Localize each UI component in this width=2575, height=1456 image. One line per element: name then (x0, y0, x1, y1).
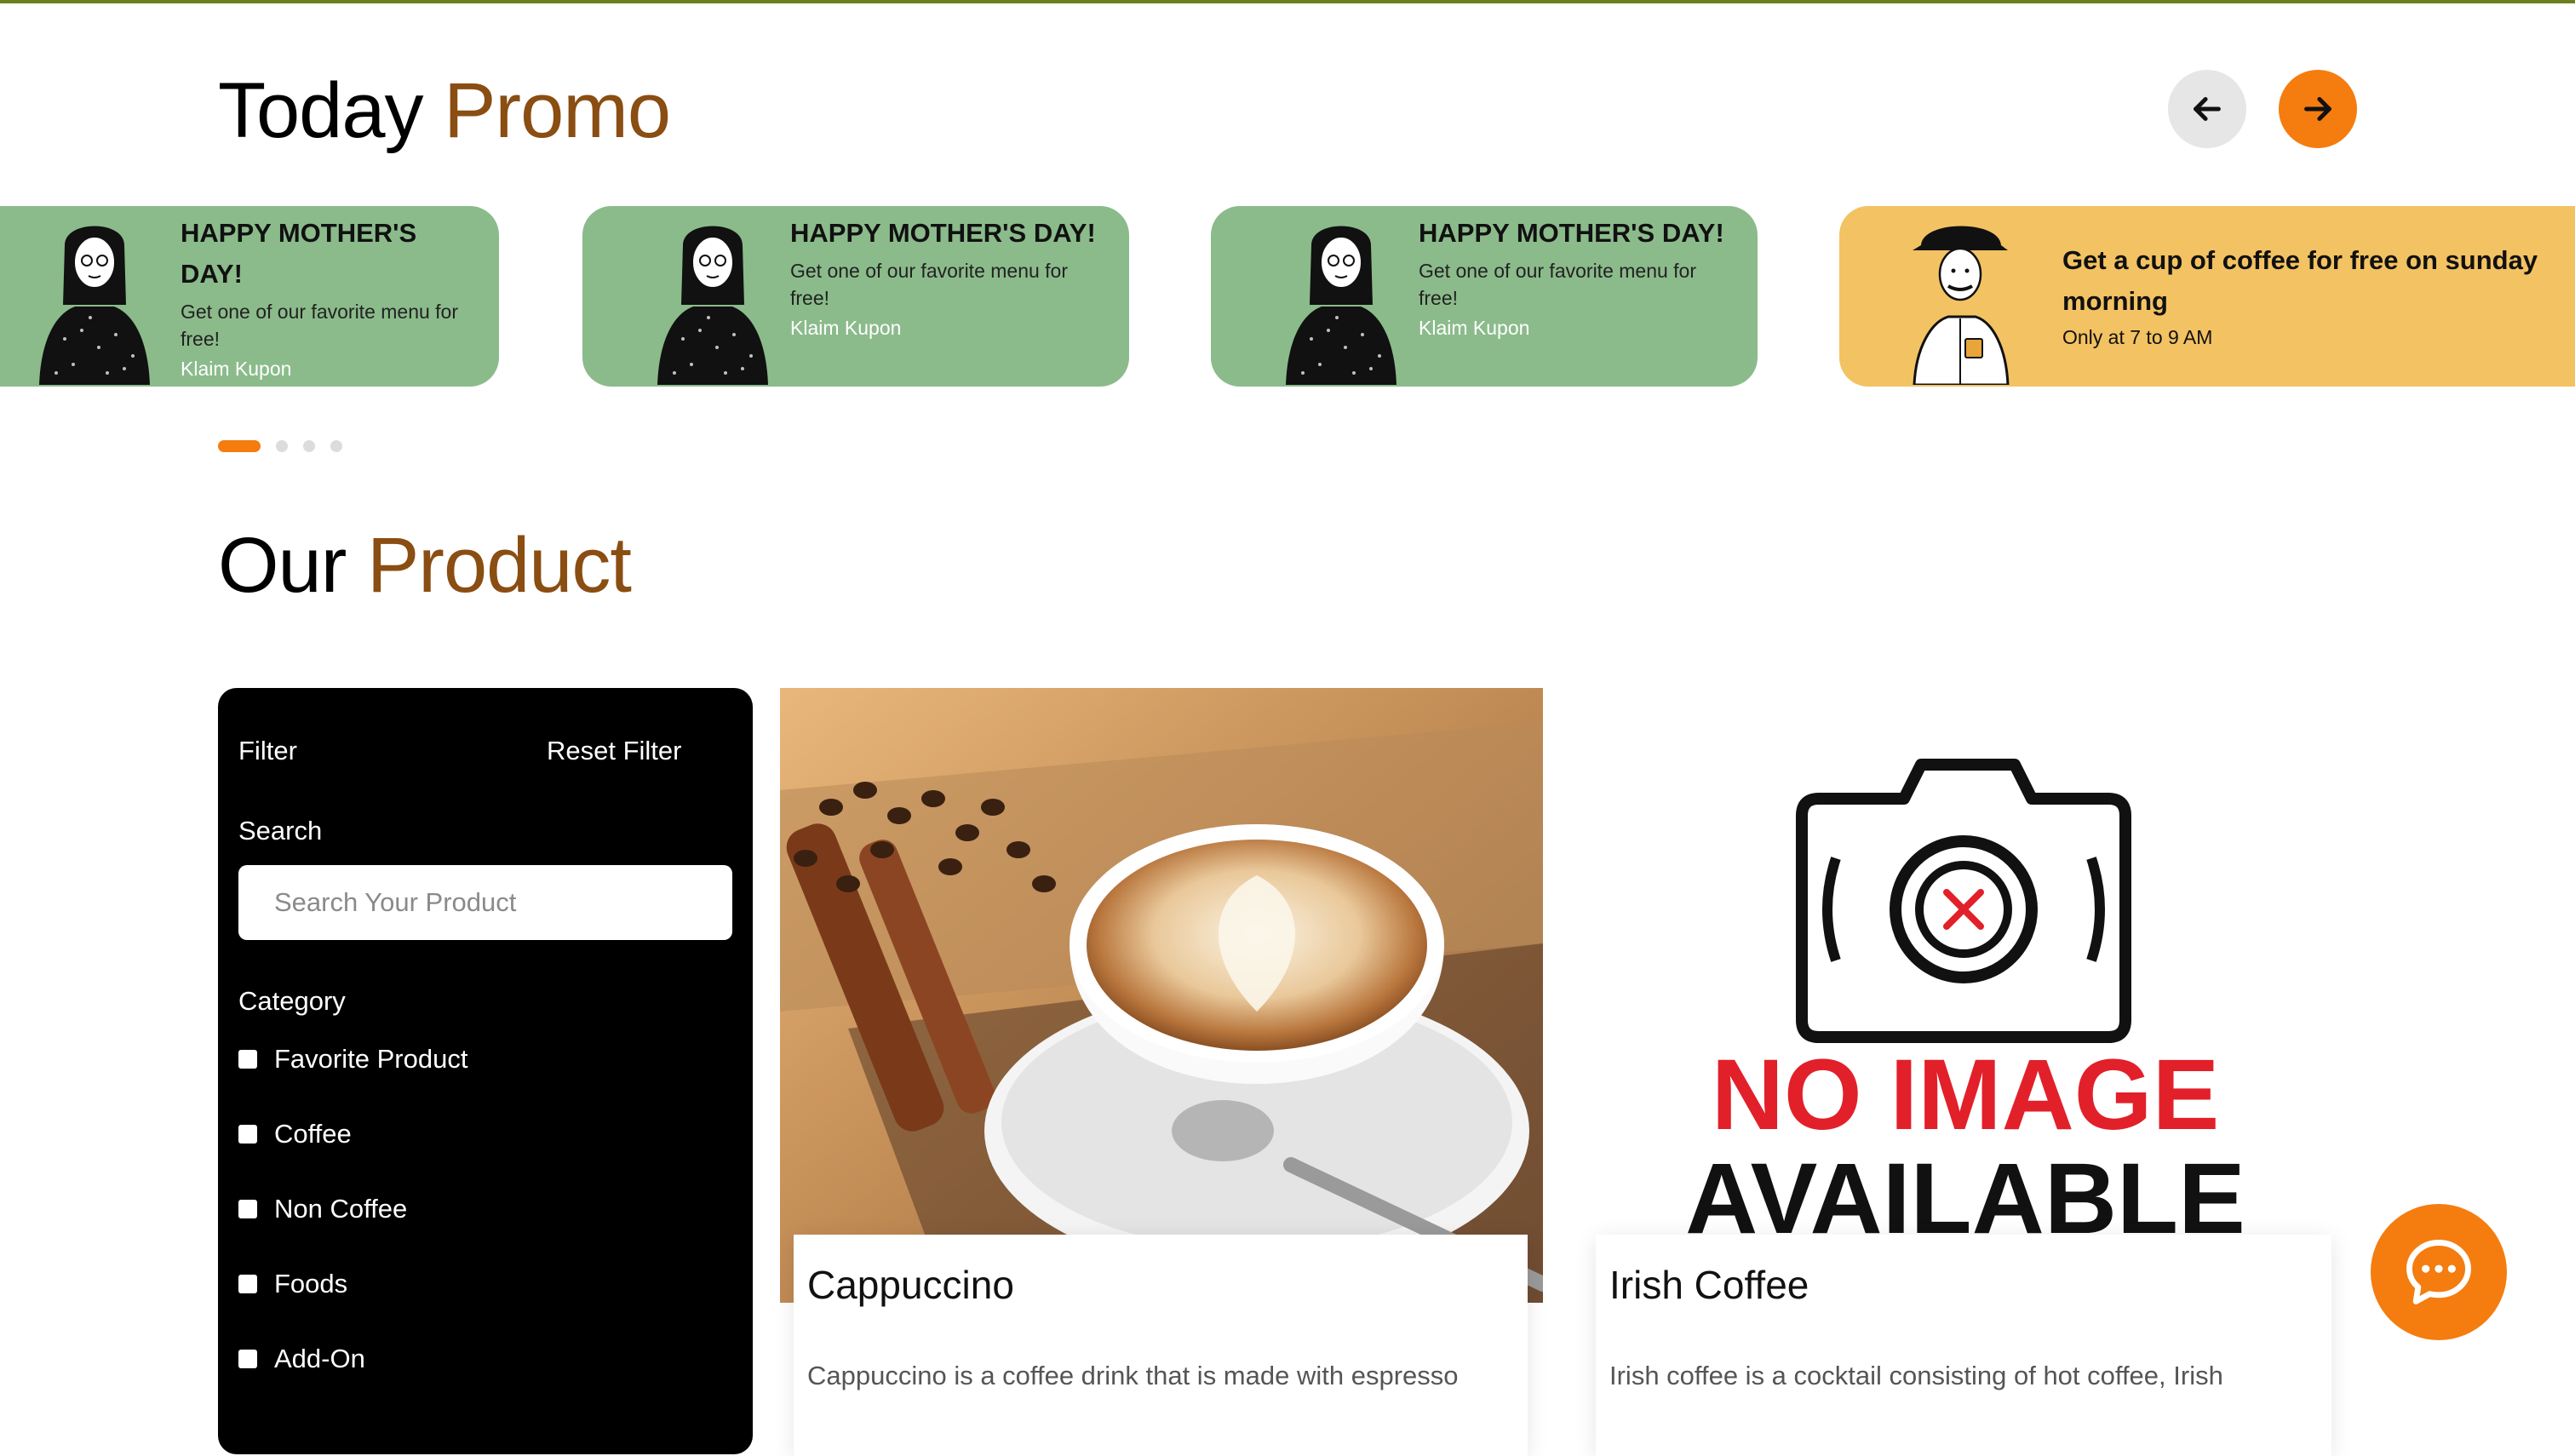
category-label: Category (238, 986, 346, 1016)
product-name: Cappuccino (807, 1263, 1014, 1307)
man-with-coffee-illustration-icon (1913, 226, 2010, 385)
promo-prev-button[interactable] (2168, 70, 2246, 148)
arrow-left-icon (2194, 97, 2221, 121)
promo-card-title: HAPPY MOTHER'S DAY! (790, 218, 1096, 248)
promo-card[interactable]: Get a cup of coffee for free on sunday m… (1839, 206, 2575, 387)
product-title-plain: Our (218, 522, 347, 609)
promo-card-desc: Get one of our favorite menu for free! (790, 260, 1069, 309)
checkbox[interactable] (238, 1200, 257, 1218)
promo-card-text: HAPPY MOTHER'S DAY! Get one of our favor… (1419, 213, 1741, 342)
category-label-text: Coffee (274, 1119, 352, 1149)
search-label: Search (238, 816, 323, 846)
top-accent-line (0, 0, 2575, 3)
woman-illustration-icon (657, 226, 768, 385)
promo-section-title: Today Promo (218, 66, 671, 156)
product-description: Irish coffee is a cocktail consisting of… (1609, 1361, 2223, 1390)
no-image-placeholder-icon: NO IMAGE AVAILABLE (1685, 759, 2245, 1255)
filter-panel: Filter Reset Filter Search Category Favo… (218, 688, 753, 1454)
claim-coupon-link[interactable]: Klaim Kupon (790, 313, 1112, 342)
category-favorite-product[interactable]: Favorite Product (238, 1044, 467, 1075)
checkbox[interactable] (238, 1275, 257, 1293)
product-card-cappuccino[interactable]: Cappuccino Cappuccino is a coffee drink … (794, 1235, 1528, 1456)
category-label-text: Foods (274, 1269, 348, 1298)
cappuccino-photo (780, 688, 1543, 1303)
category-add-on[interactable]: Add-On (238, 1344, 365, 1374)
promo-title-plain: Today (218, 67, 423, 154)
promo-card[interactable]: HAPPY MOTHER'S DAY! Get one of our favor… (1211, 206, 1758, 387)
checkbox[interactable] (238, 1050, 257, 1069)
claim-coupon-link[interactable]: Klaim Kupon (1419, 313, 1741, 342)
product-card-irish-coffee[interactable]: Irish Coffee Irish coffee is a cocktail … (1596, 1235, 2331, 1456)
product-title-accent: Product (366, 522, 632, 609)
search-input[interactable] (238, 865, 732, 940)
product-section-title: Our Product (218, 521, 632, 610)
promo-card-desc: Get one of our favorite menu for free! (1419, 260, 1697, 309)
promo-card-title: HAPPY MOTHER'S DAY! (181, 218, 417, 289)
promo-card-text: HAPPY MOTHER'S DAY! Get one of our favor… (790, 213, 1112, 342)
category-label-text: Favorite Product (274, 1044, 468, 1074)
checkbox[interactable] (238, 1125, 257, 1144)
promo-card-title: Get a cup of coffee for free on sunday m… (2062, 245, 2538, 316)
checkbox[interactable] (238, 1350, 257, 1368)
product-description: Cappuccino is a coffee drink that is mad… (807, 1361, 1459, 1390)
category-non-coffee[interactable]: Non Coffee (238, 1194, 407, 1224)
chat-bubble-icon (2406, 1240, 2471, 1304)
product-image-irish-coffee[interactable]: NO IMAGE AVAILABLE (1597, 688, 2333, 1303)
woman-illustration-icon (39, 226, 150, 385)
product-image-cappuccino[interactable] (780, 688, 1543, 1303)
promo-carousel-dots (218, 440, 342, 452)
promo-card[interactable]: HAPPY MOTHER'S DAY! Get one of our favor… (582, 206, 1129, 387)
reset-filter-button[interactable]: Reset Filter (547, 736, 681, 766)
chat-button[interactable] (2371, 1204, 2507, 1340)
promo-card-title: HAPPY MOTHER'S DAY! (1419, 218, 1724, 248)
carousel-dot-active[interactable] (218, 440, 261, 452)
promo-card[interactable]: HAPPY MOTHER'S DAY! Get one of our favor… (0, 206, 499, 387)
carousel-dot[interactable] (303, 440, 315, 452)
category-foods[interactable]: Foods (238, 1269, 347, 1299)
filter-title: Filter (238, 736, 297, 765)
category-label-text: Non Coffee (274, 1194, 408, 1224)
woman-illustration-icon (1286, 226, 1396, 385)
product-name: Irish Coffee (1609, 1263, 1809, 1307)
promo-card-desc: Get one of our favorite menu for free! (181, 301, 459, 350)
promo-card-desc: Only at 7 to 9 AM (2062, 326, 2213, 348)
no-image-line1: NO IMAGE (1712, 1039, 2220, 1151)
carousel-dot[interactable] (276, 440, 288, 452)
promo-next-button[interactable] (2279, 70, 2357, 148)
promo-card-text: Get a cup of coffee for free on sunday m… (2062, 240, 2572, 351)
promo-card-text: HAPPY MOTHER'S DAY! Get one of our favor… (181, 213, 482, 383)
carousel-dot[interactable] (330, 440, 342, 452)
promo-title-accent: Promo (444, 67, 671, 154)
claim-coupon-link[interactable]: Klaim Kupon (181, 354, 482, 383)
arrow-right-icon (2304, 97, 2331, 121)
category-label-text: Add-On (274, 1344, 365, 1373)
category-coffee[interactable]: Coffee (238, 1119, 352, 1149)
